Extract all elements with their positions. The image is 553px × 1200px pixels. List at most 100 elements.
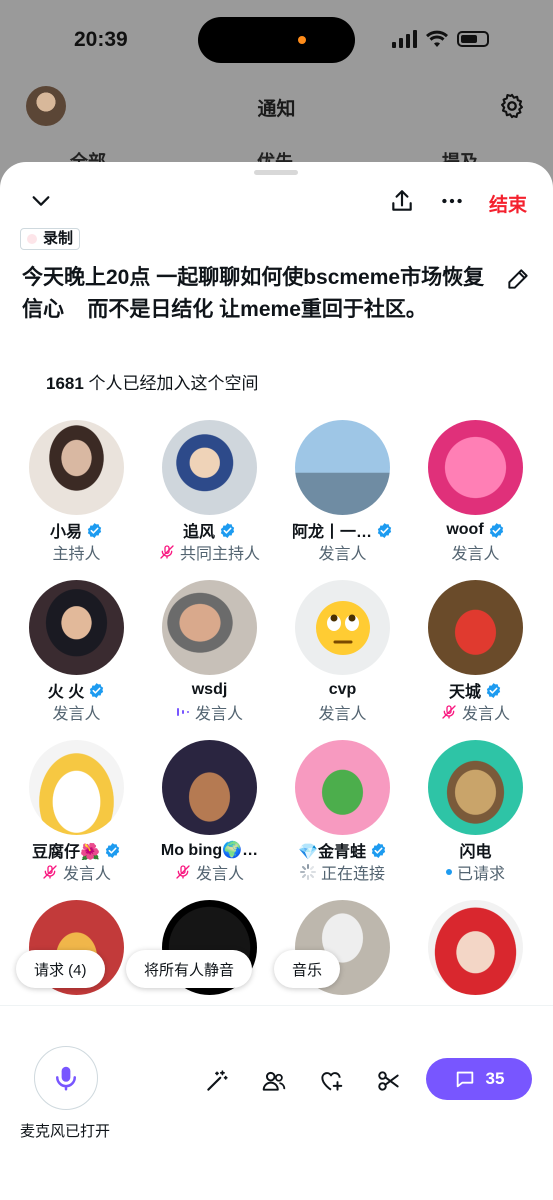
verified-badge-icon [377, 522, 392, 538]
chat-count: 35 [485, 1069, 505, 1088]
space-sheet: 结束 录制 今天晚上20点 一起聊聊如何使bscmeme市场恢复信心 而不是日结… [0, 162, 553, 1200]
verified-badge-icon [105, 842, 120, 858]
participant-role: 发言人 [318, 706, 367, 723]
participant-card[interactable] [409, 900, 542, 995]
bottom-controls: 麦克风已打开 35 [0, 1005, 553, 1200]
background-header: 通知 [0, 82, 553, 132]
avatar [29, 740, 124, 835]
wifi-icon [426, 30, 448, 47]
participant-card[interactable]: 天城 发言人 [409, 580, 542, 723]
share-icon [392, 190, 412, 211]
mic-off-icon [442, 705, 456, 719]
mic-off-icon [43, 865, 57, 879]
participant-card[interactable]: woof 发言人 [409, 420, 542, 563]
participant-role: 发言人 [52, 706, 101, 723]
verified-badge-icon [90, 682, 104, 698]
participant-name: 闪电 [459, 844, 492, 861]
eye-roll-emoji-icon [315, 600, 370, 655]
battery-icon [457, 31, 489, 47]
more-options-button[interactable] [435, 184, 469, 218]
space-title: 今天晚上20点 一起聊聊如何使bscmeme市场恢复信心 而不是日结化 让mem… [22, 266, 485, 321]
participant-card[interactable]: 小易 主持人 [10, 420, 143, 563]
participant-name: woof [446, 521, 484, 538]
avatar [295, 740, 390, 835]
mute-all-button[interactable]: 将所有人静音 [126, 950, 253, 988]
avatar [162, 580, 257, 675]
avatar [428, 900, 523, 995]
end-space-button[interactable]: 结束 [489, 190, 527, 217]
participant-card[interactable]: 追风 共同主持人 [143, 420, 276, 563]
status-icons [392, 30, 489, 48]
microphone-status-label: 麦克风已打开 [20, 1123, 111, 1140]
sheet-topbar: 结束 [0, 184, 553, 224]
loading-spinner-icon [299, 864, 316, 880]
participant-name: 阿龙丨一… [291, 524, 372, 541]
avatar [428, 740, 523, 835]
scissors-icon[interactable] [376, 1068, 402, 1094]
participant-card[interactable]: 豆腐仔🌺 发言人 [10, 740, 143, 883]
listeners-count-line: 1681 个人已经加入这个空间 [46, 369, 259, 394]
blue-dot-icon [445, 869, 452, 875]
participant-name: 豆腐仔🌺 [32, 844, 100, 861]
avatar [428, 420, 523, 515]
participant-card[interactable]: 💎金青蛙 正在连接 [276, 740, 409, 883]
verified-badge-icon [371, 842, 386, 858]
verified-badge-icon [87, 522, 102, 538]
avatar [29, 580, 124, 675]
magic-wand-icon[interactable] [204, 1068, 230, 1094]
participant-card[interactable]: Mo bing🌍… 发言人 [143, 740, 276, 883]
avatar [428, 580, 523, 675]
participant-name: 火 火 [47, 684, 85, 701]
collapse-button[interactable] [24, 184, 58, 218]
participant-card[interactable]: cvp 发言人 [276, 580, 409, 723]
status-time: 20:39 [74, 28, 128, 51]
participant-name: 追风 [182, 524, 215, 541]
participant-role: 发言人 [195, 866, 244, 883]
more-dots-icon [442, 198, 462, 204]
listeners-count: 1681 [46, 374, 84, 393]
chevron-down-icon [32, 196, 50, 206]
gear-icon [501, 93, 523, 119]
chat-button[interactable]: 35 [426, 1058, 532, 1100]
participant-name: cvp [328, 681, 357, 698]
avatar [162, 740, 257, 835]
avatar [295, 580, 390, 675]
participant-role: 发言人 [461, 706, 510, 723]
mic-off-icon [176, 865, 190, 879]
chat-bubble-icon [456, 1071, 473, 1088]
participant-role: 正在连接 [320, 866, 385, 883]
participant-card[interactable]: 闪电 已请求 [409, 740, 542, 883]
background-page-title: 通知 [257, 99, 296, 120]
status-bar: 20:39 [0, 0, 553, 80]
participant-role: 已请求 [456, 866, 505, 883]
share-button[interactable] [385, 184, 419, 218]
dynamic-island [198, 17, 355, 63]
participant-card[interactable]: 火 火 发言人 [10, 580, 143, 723]
mic-off-icon [160, 545, 174, 559]
participant-role: 共同主持人 [179, 546, 260, 563]
participant-role: 发言人 [451, 546, 500, 563]
participant-role: 发言人 [318, 546, 367, 563]
microphone-button[interactable] [34, 1046, 98, 1110]
verified-badge-icon [489, 522, 503, 538]
avatar [295, 420, 390, 515]
people-icon[interactable] [261, 1068, 287, 1094]
speaking-bars-icon [176, 708, 189, 716]
verified-badge-icon [486, 682, 501, 698]
participant-role: 主持人 [52, 546, 101, 563]
participant-name: Mo bing🌍… [160, 842, 259, 859]
participant-card[interactable]: wsdj 发言人 [143, 580, 276, 723]
sheet-grabber[interactable] [254, 170, 298, 175]
participant-role: 发言人 [194, 706, 243, 723]
music-button[interactable]: 音乐 [274, 950, 341, 988]
heart-plus-icon[interactable] [318, 1068, 344, 1094]
avatar [162, 420, 257, 515]
microphone-icon [56, 1066, 76, 1091]
participant-name: 天城 [448, 684, 481, 701]
edit-pencil-icon[interactable] [505, 266, 531, 292]
requests-button[interactable]: 请求 (4) [16, 950, 105, 988]
participant-name: 💎金青蛙 [298, 844, 366, 861]
recording-indicator-dot [298, 36, 306, 44]
recording-badge: 录制 [20, 228, 81, 250]
participant-card[interactable]: 阿龙丨一… 发言人 [276, 420, 409, 563]
